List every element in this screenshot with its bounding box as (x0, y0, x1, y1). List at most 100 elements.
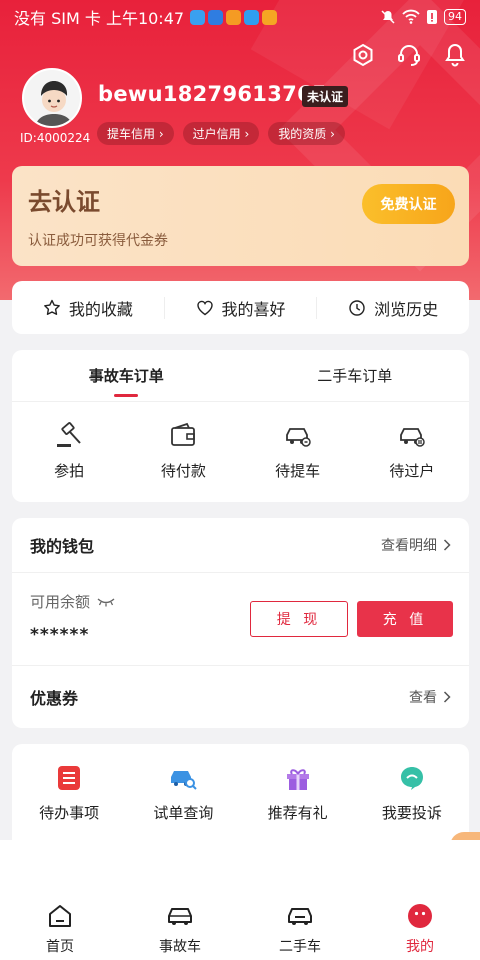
car-search-icon (171, 771, 198, 790)
history-label: 浏览历史 (374, 299, 439, 319)
verification-status-badge: 未认证 (302, 86, 349, 107)
app-notification-icon (208, 9, 224, 25)
service-inquiry[interactable]: 试单查询 (126, 764, 240, 840)
history-link[interactable]: 浏览历史 (317, 296, 469, 320)
gift-icon (286, 769, 309, 790)
wifi-icon (402, 9, 420, 24)
wallet-title: 我的钱包 (30, 537, 95, 556)
verify-title: 去认证 (28, 188, 100, 216)
nav-mine[interactable]: 我的 (360, 902, 480, 960)
balance-value: ****** (30, 625, 90, 645)
favorites-link[interactable]: 我的收藏 (12, 296, 164, 320)
status-right: 94 (380, 9, 466, 25)
chevron-right-icon (443, 539, 451, 551)
app-notification-icon (190, 9, 206, 25)
tab-used-car-orders[interactable]: 二手车订单 (241, 350, 470, 401)
coupon-row[interactable]: 优惠券 查看 (12, 666, 469, 727)
nav-mine-label: 我的 (406, 939, 434, 955)
pending-payment-label: 待付款 (160, 462, 206, 480)
pending-pickup-label: 待提车 (275, 462, 321, 480)
orders-card: 事故车订单 二手车订单 参拍 待付款 待提车 待过户 (12, 350, 469, 502)
wallet-detail-link[interactable]: 查看明细 (381, 535, 451, 555)
order-pending-payment[interactable]: 待付款 (126, 420, 240, 481)
inquiry-label: 试单查询 (153, 804, 214, 822)
favorites-label: 我的收藏 (68, 299, 133, 319)
service-todo[interactable]: 待办事项 (12, 764, 126, 840)
preferences-label: 我的喜好 (221, 299, 286, 319)
username: bewu18279613765 (98, 82, 327, 106)
todo-list-icon (58, 766, 81, 790)
tab-accident-car-orders[interactable]: 事故车订单 (12, 350, 241, 401)
order-pending-transfer[interactable]: 待过户 (355, 420, 469, 481)
nav-used-car-label: 二手车 (279, 939, 321, 955)
nav-accident-car-label: 事故车 (159, 939, 201, 955)
car-transfer-icon (399, 428, 425, 447)
recharge-button[interactable]: 充 值 (357, 601, 453, 637)
withdraw-button[interactable]: 提 现 (250, 601, 348, 637)
bidding-label: 参拍 (54, 462, 85, 480)
order-tabs: 事故车订单 二手车订单 (12, 350, 469, 402)
notification-bell-icon[interactable] (442, 42, 468, 68)
bottom-navigation: 首页 事故车 二手车 我的 (0, 840, 480, 960)
complaint-label: 我要投诉 (381, 804, 442, 822)
avatar[interactable] (22, 68, 82, 128)
pickup-credit-pill[interactable]: 提车信用 › (97, 122, 174, 145)
qualification-pill[interactable]: 我的资质 › (268, 122, 345, 145)
status-bar: 没有 SIM 卡 上午10:47 94 (0, 0, 480, 34)
status-text: 没有 SIM 卡 上午10:47 (14, 9, 185, 28)
balance-row: 可用余额 ****** 提 现 充 值 (12, 573, 469, 666)
quick-links: 我的收藏 我的喜好 浏览历史 (12, 281, 469, 334)
balance-label: 可用余额 (30, 593, 91, 611)
coupon-view-link[interactable]: 查看 (409, 687, 451, 707)
credit-pills: 提车信用 › 过户信用 › 我的资质 › (97, 122, 345, 145)
order-status-row: 参拍 待付款 待提车 待过户 (12, 402, 469, 481)
notification-icons (190, 9, 278, 25)
battery-indicator: 94 (444, 9, 466, 25)
preferences-link[interactable]: 我的喜好 (165, 296, 317, 320)
eye-closed-icon[interactable] (96, 596, 116, 608)
app-notification-icon (262, 9, 278, 25)
chevron-right-icon (443, 690, 451, 703)
order-bidding[interactable]: 参拍 (12, 420, 126, 481)
star-icon (43, 299, 60, 315)
user-id: ID:4000224 (20, 131, 91, 145)
heart-icon (196, 300, 213, 315)
nav-accident-car[interactable]: 事故车 (120, 902, 240, 960)
referral-label: 推荐有礼 (267, 804, 328, 822)
app-notification-icon (226, 9, 242, 25)
used-car-icon (288, 908, 312, 925)
accident-car-icon (168, 908, 192, 925)
clock-icon (349, 299, 365, 316)
services-card: 待办事项 试单查询 推荐有礼 我要投诉 (12, 744, 469, 840)
balance-label-group: 可用余额 (30, 591, 116, 612)
coupon-title: 优惠券 (30, 688, 79, 708)
wallet-header: 我的钱包 查看明细 (12, 518, 469, 573)
wallet-card: 我的钱包 查看明细 可用余额 ****** 提 现 充 值 优惠券 查看 (12, 518, 469, 728)
avatar-illustration (24, 70, 80, 126)
verify-subtitle: 认证成功可获得代金券 (28, 233, 168, 249)
order-pending-pickup[interactable]: 待提车 (241, 420, 355, 481)
coupon-view-label: 查看 (409, 689, 437, 706)
alert-icon (427, 10, 437, 24)
pending-transfer-label: 待过户 (389, 462, 435, 480)
verify-banner[interactable]: 去认证 认证成功可获得代金券 免费认证 (12, 166, 469, 266)
profile-face-icon (408, 904, 432, 928)
nav-used-car[interactable]: 二手车 (240, 902, 360, 960)
service-referral[interactable]: 推荐有礼 (241, 764, 355, 840)
todo-label: 待办事项 (39, 804, 100, 822)
car-pickup-icon (285, 428, 311, 447)
wallet-icon (171, 422, 196, 446)
transfer-credit-pill[interactable]: 过户信用 › (182, 122, 260, 145)
home-icon (49, 905, 71, 927)
complaint-chat-icon (400, 767, 423, 790)
service-complaint[interactable]: 我要投诉 (355, 764, 469, 840)
mute-icon (381, 10, 395, 24)
settings-icon[interactable] (350, 42, 376, 68)
auction-hammer-icon (57, 422, 81, 447)
free-verify-button[interactable]: 免费认证 (362, 184, 455, 224)
wallet-detail-label: 查看明细 (381, 538, 437, 554)
nav-home[interactable]: 首页 (0, 902, 120, 960)
app-notification-icon (244, 9, 260, 25)
header-actions (350, 42, 468, 68)
customer-service-icon[interactable] (396, 42, 422, 68)
